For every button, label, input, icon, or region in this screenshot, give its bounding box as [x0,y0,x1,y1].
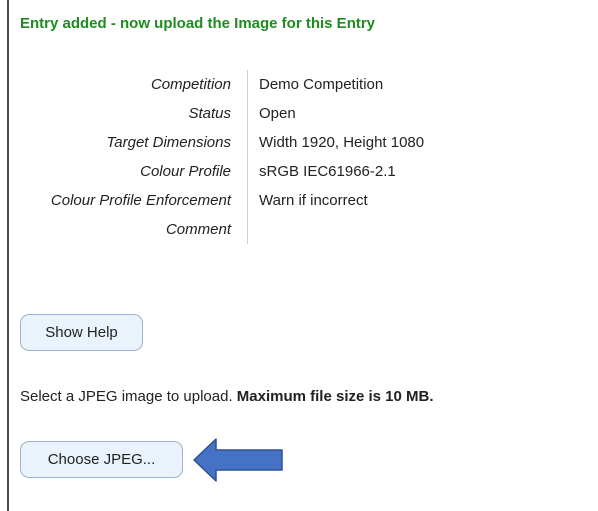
competition-label: Competition [0,70,248,99]
upload-instructions: Select a JPEG image to upload. Maximum f… [20,388,434,405]
success-message: Entry added - now upload the Image for t… [20,15,376,32]
details-row-status: Status Open [0,99,424,128]
upload-entry-page: Entry added - now upload the Image for t… [0,0,598,511]
max-file-size-text: Maximum file size is 10 MB. [236,388,434,405]
status-label: Status [0,99,248,128]
details-row-competition: Competition Demo Competition [0,70,424,99]
choose-jpeg-button[interactable]: Choose JPEG... [20,441,183,478]
comment-label: Comment [0,215,248,244]
details-row-colour-profile: Colour Profile sRGB IEC61966-2.1 [0,157,424,186]
colour-profile-label: Colour Profile [0,157,248,186]
target-dimensions-label: Target Dimensions [0,128,248,157]
show-help-button[interactable]: Show Help [20,314,143,351]
competition-value: Demo Competition [259,76,384,93]
details-row-comment: Comment [0,215,424,244]
colour-profile-enforcement-label: Colour Profile Enforcement [0,186,248,215]
colour-profile-value: sRGB IEC61966-2.1 [259,163,396,180]
arrow-left-icon [193,438,283,482]
entry-details-table: Competition Demo Competition Status Open… [0,70,424,244]
target-dimensions-value: Width 1920, Height 1080 [259,134,425,151]
upload-instruction-text: Select a JPEG image to upload. [20,388,233,405]
status-value: Open [259,105,296,122]
comment-value [248,215,425,244]
colour-profile-enforcement-value: Warn if incorrect [259,192,368,209]
details-row-target-dimensions: Target Dimensions Width 1920, Height 108… [0,128,424,157]
details-row-colour-profile-enforcement: Colour Profile Enforcement Warn if incor… [0,186,424,215]
